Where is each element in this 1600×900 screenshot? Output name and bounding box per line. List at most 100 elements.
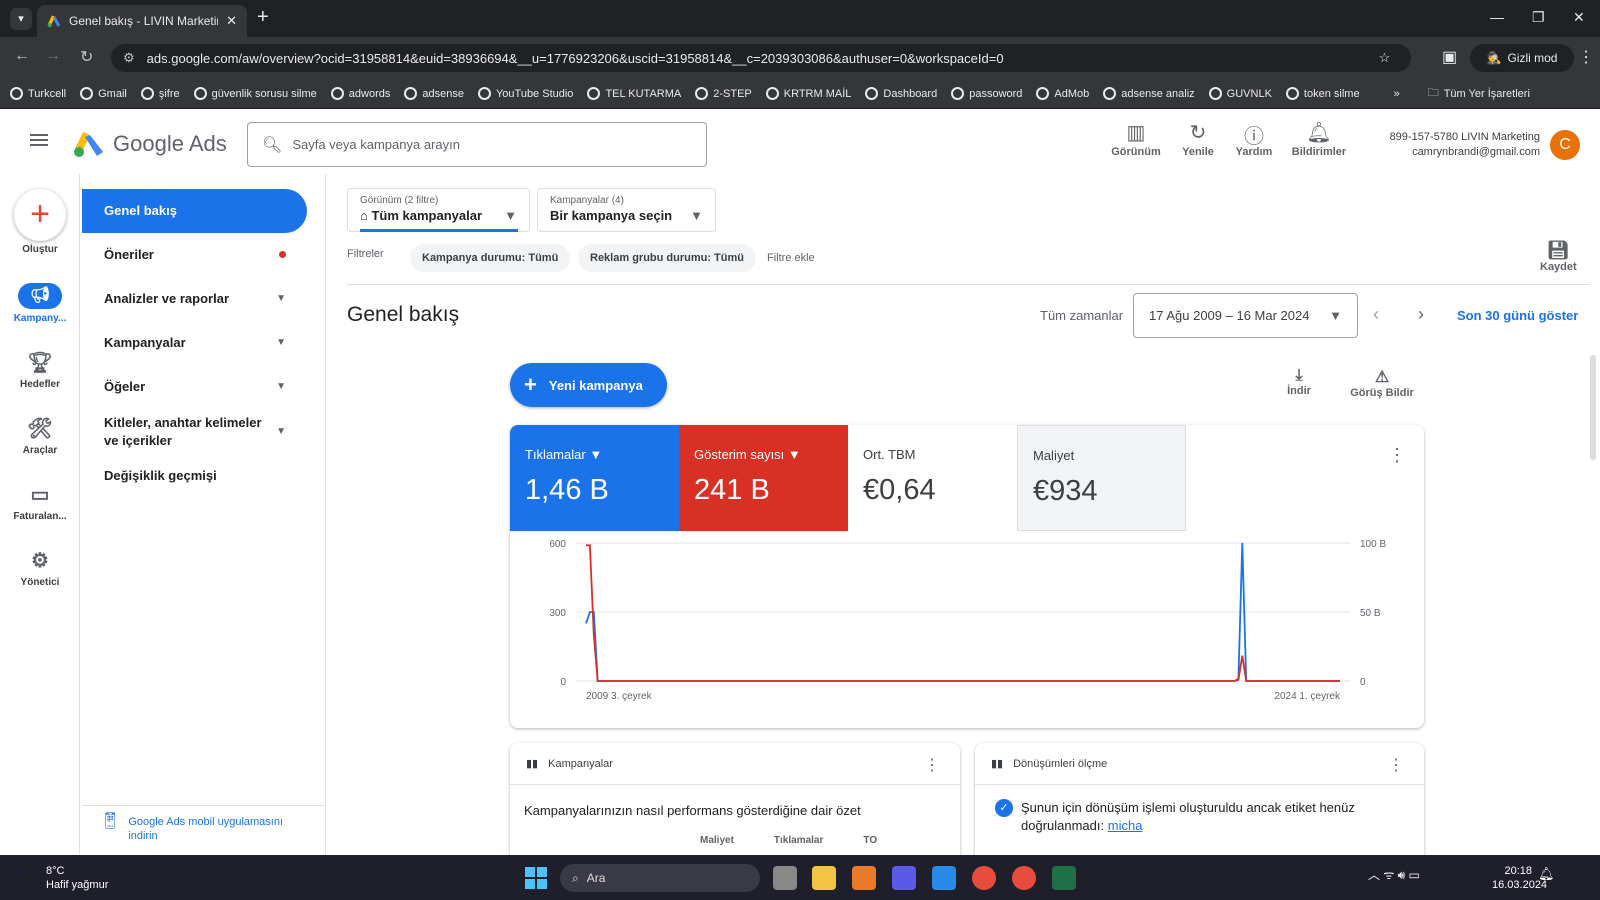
incognito-badge[interactable]: 🕵 Gizli mod: [1470, 44, 1574, 72]
notification-icon[interactable]: 🔔︎: [1538, 866, 1555, 882]
card-menu-icon[interactable]: ⋮: [924, 755, 940, 775]
bookmark-item[interactable]: passoword: [951, 87, 1022, 100]
col-cost[interactable]: Maliyet: [700, 835, 734, 846]
weather-icon[interactable]: ☁: [18, 864, 36, 885]
bookmark-item[interactable]: KRTRM MAİL: [765, 87, 851, 100]
start-icon[interactable]: [525, 867, 547, 889]
bookmark-item[interactable]: TEL KUTARMA: [587, 87, 681, 100]
bookmark-item[interactable]: token silme: [1285, 87, 1360, 100]
metric-impressions[interactable]: Gösterim sayısı ▼ 241 B: [679, 425, 848, 531]
bookmark-item[interactable]: güvenlik sorusu silme: [193, 87, 317, 100]
nav-item-change-history[interactable]: Değişiklik geçmişi: [82, 468, 308, 483]
weather-widget[interactable]: 8°C Hafif yağmur: [46, 864, 108, 892]
new-campaign-button[interactable]: + Yeni kampanya: [510, 363, 667, 407]
app-icon[interactable]: [892, 866, 916, 890]
bookmark-item[interactable]: AdMob: [1036, 87, 1089, 100]
browser-tab[interactable]: Genel bakış - LIVIN Marketing - ✕: [37, 5, 247, 37]
rail-item-campaigns[interactable]: 📢︎ Kampany...: [0, 283, 80, 324]
campaign-select[interactable]: Kampanyalar (4) Bir kampanya seçin ▼: [537, 188, 716, 232]
nav-item-overview[interactable]: Genel bakış: [82, 189, 307, 233]
task-view-icon[interactable]: [773, 866, 797, 890]
page-scrollbar[interactable]: [1590, 355, 1596, 460]
feedback-button[interactable]: ⚠︎ Görüş Bildir: [1347, 367, 1417, 399]
phone-icon: 📱︎: [100, 813, 121, 830]
view-button[interactable]: ▥ Görünüm: [1108, 120, 1164, 158]
metric-value: 1,46 B: [525, 474, 609, 506]
clock[interactable]: 20:18 16.03.2024: [1492, 864, 1547, 892]
rail-item-goals[interactable]: 🏆︎ Hedefler: [0, 350, 80, 390]
nav-item-audiences[interactable]: Kitleler, anahtar kelimeler ve içerikler…: [82, 414, 308, 450]
app-icon[interactable]: [932, 866, 956, 890]
col-clicks[interactable]: Tıklamalar: [774, 835, 823, 846]
bookmark-item[interactable]: şifre: [140, 87, 180, 100]
next-period-icon[interactable]: ›: [1418, 304, 1424, 325]
bookmark-item[interactable]: adwords: [330, 87, 390, 100]
metric-clicks[interactable]: Tıklamalar ▼ 1,46 B: [510, 425, 679, 531]
conversions-card-body: Şunun için dönüşüm işlemi oluşturuldu an…: [1021, 800, 1355, 833]
site-info-icon[interactable]: ⚙: [123, 50, 135, 66]
mobile-app-link[interactable]: 📱︎ Google Ads mobil uygulamasını indirin: [100, 813, 310, 843]
back-icon[interactable]: ←: [14, 47, 30, 65]
bookmark-item[interactable]: GUVNLK: [1208, 87, 1272, 100]
nav-item-assets[interactable]: Öğeler ▼: [82, 379, 308, 394]
bookmark-item[interactable]: adsense analiz: [1103, 87, 1195, 100]
system-tray-icons[interactable]: ︿ ᯤ 🔊︎ ▭: [1368, 866, 1420, 883]
main-menu-icon[interactable]: [30, 131, 48, 149]
nav-item-insights[interactable]: Analizler ve raporlar ▼: [82, 291, 308, 306]
chrome-active-icon[interactable]: [1012, 866, 1036, 890]
page-search-input[interactable]: 🔍︎ Sayfa veya kampanya arayın: [247, 122, 707, 167]
col-ctr[interactable]: TO: [863, 835, 877, 846]
save-button[interactable]: 💾︎ Kaydet: [1540, 240, 1577, 273]
create-button[interactable]: +: [14, 189, 66, 241]
metric-avg-cpc[interactable]: Ort. TBM €0,64: [848, 425, 1017, 531]
left-tick-label: 0: [560, 677, 566, 688]
restore-icon[interactable]: ❐: [1532, 9, 1545, 26]
conversion-action-link[interactable]: micha: [1108, 818, 1143, 833]
more-bookmarks-icon[interactable]: »: [1394, 88, 1400, 100]
file-explorer-icon[interactable]: [812, 866, 836, 890]
rail-item-tools[interactable]: 🛠︎ Araçlar: [0, 416, 80, 456]
rail-item-billing[interactable]: ▭ Faturalan...: [0, 482, 80, 522]
bookmark-item[interactable]: Dashboard: [865, 87, 937, 100]
prev-period-icon[interactable]: ‹: [1373, 304, 1379, 325]
last-30-days-link[interactable]: Son 30 günü göster: [1457, 308, 1578, 323]
account-info[interactable]: 899-157-5780 LIVIN Marketing camrynbrandi…: [1370, 130, 1540, 160]
bookmark-item[interactable]: 2-STEP: [695, 87, 752, 100]
chrome-icon[interactable]: [972, 866, 996, 890]
notifications-button[interactable]: 🔔︎ Bildirimler: [1289, 120, 1349, 158]
date-range-picker[interactable]: 17 Ağu 2009 – 16 Mar 2024 ▼: [1133, 293, 1358, 338]
side-panel-icon[interactable]: ▣: [1442, 47, 1457, 67]
bookmark-item[interactable]: Gmail: [80, 87, 127, 100]
filter-chip-campaign-status[interactable]: Kampanya durumu: Tümü: [410, 244, 571, 272]
sublime-icon[interactable]: [852, 866, 876, 890]
nav-item-recommendations[interactable]: Öneriler: [82, 247, 308, 262]
new-tab-button[interactable]: +: [257, 6, 269, 29]
nav-item-campaigns[interactable]: Kampanyalar ▼: [82, 335, 308, 350]
help-button[interactable]: ⓘ Yardım: [1226, 120, 1282, 158]
close-window-icon[interactable]: ✕: [1573, 9, 1585, 26]
bookmark-star-icon[interactable]: ☆: [1379, 50, 1391, 66]
bookmark-item[interactable]: Turkcell: [10, 87, 66, 100]
refresh-button[interactable]: ↻ Yenile: [1170, 120, 1226, 158]
excel-icon[interactable]: [1052, 866, 1076, 890]
all-bookmarks-folder[interactable]: 🗀 Tüm Yer İşaretleri: [1428, 84, 1530, 103]
close-tab-icon[interactable]: ✕: [226, 13, 237, 29]
forward-icon[interactable]: →: [45, 47, 61, 65]
rail-item-admin[interactable]: ⚙ Yönetici: [0, 548, 80, 588]
filter-chip-adgroup-status[interactable]: Reklam grubu durumu: Tümü: [578, 244, 756, 272]
avatar[interactable]: C: [1550, 130, 1580, 160]
bookmark-item[interactable]: YouTube Studio: [477, 87, 573, 100]
download-button[interactable]: ⤓ İndir: [1284, 367, 1314, 397]
view-filter-select[interactable]: Görünüm (2 filtre) ⌂ Tüm kampanyalar ▼: [347, 188, 530, 232]
reload-icon[interactable]: ↻: [80, 47, 93, 67]
bookmark-item[interactable]: adsense: [404, 87, 464, 100]
minimize-icon[interactable]: —: [1490, 9, 1504, 25]
browser-menu-icon[interactable]: ⋮: [1578, 47, 1594, 67]
taskbar-search[interactable]: ⌕ Ara: [560, 864, 760, 892]
address-bar[interactable]: ⚙ ads.google.com/aw/overview?ocid=319588…: [111, 44, 1411, 72]
metric-cost[interactable]: Maliyet €934: [1017, 425, 1186, 531]
card-menu-icon[interactable]: ⋮: [1388, 755, 1404, 775]
card-menu-icon[interactable]: ⋮: [1388, 445, 1406, 466]
add-filter-button[interactable]: Filtre ekle: [767, 252, 815, 264]
tab-search-button[interactable]: ▾: [10, 8, 32, 30]
